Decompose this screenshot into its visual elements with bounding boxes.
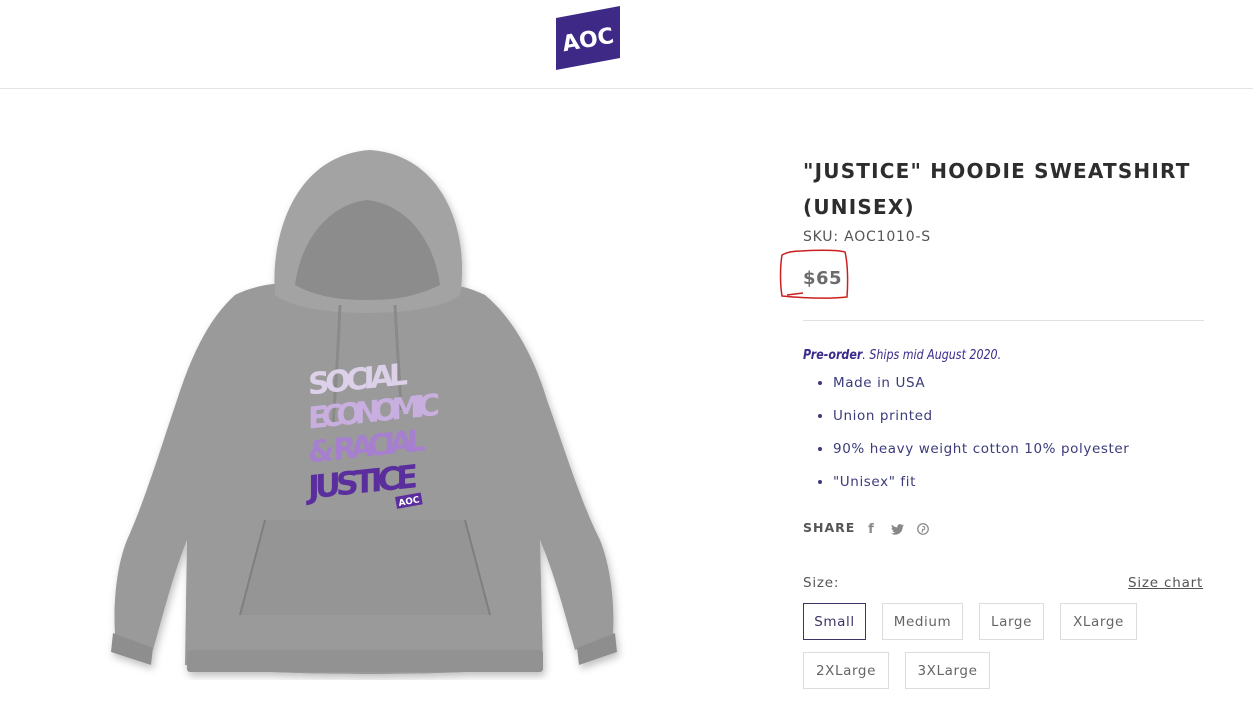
feature-list: Made in USA Union printed 90% heavy weig…	[818, 372, 1129, 504]
preorder-label: Pre-order	[803, 347, 863, 363]
preorder-ship-date: . Ships mid August 2020.	[862, 347, 1002, 363]
feature-item: Made in USA	[818, 372, 1129, 405]
share-label: SHARE	[803, 520, 856, 535]
feature-item: "Unisex" fit	[818, 471, 1129, 504]
product-sku: SKU: AOC1010-S	[803, 229, 931, 245]
size-option-small[interactable]: Small	[803, 603, 866, 640]
product-image: SOCIAL ECONOMIC & RACIAL JUSTICE AOC	[111, 150, 617, 674]
size-chart-link[interactable]: Size chart	[1128, 575, 1203, 591]
facebook-icon[interactable]: f	[866, 521, 876, 537]
size-option-xlarge[interactable]: XLarge	[1060, 603, 1137, 640]
price-divider	[803, 320, 1204, 321]
size-option-medium[interactable]: Medium	[882, 603, 963, 640]
size-label: Size:	[803, 575, 840, 591]
size-option-large[interactable]: Large	[979, 603, 1044, 640]
product-title: "JUSTICE" HOODIE SWEATSHIRT (UNISEX)	[803, 159, 1191, 219]
size-option-2xlarge[interactable]: 2XLarge	[803, 652, 889, 689]
product-price: $65	[803, 268, 843, 289]
pinterest-icon[interactable]	[915, 521, 931, 537]
preorder-notice: Pre-order. Ships mid August 2020.	[803, 347, 1001, 363]
site-header: AOC	[0, 0, 1253, 89]
feature-item: 90% heavy weight cotton 10% polyester	[818, 438, 1129, 471]
aoc-logo[interactable]: AOC	[556, 6, 622, 72]
feature-item: Union printed	[818, 405, 1129, 438]
size-option-3xlarge[interactable]: 3XLarge	[905, 652, 990, 689]
twitter-icon[interactable]	[889, 521, 905, 537]
